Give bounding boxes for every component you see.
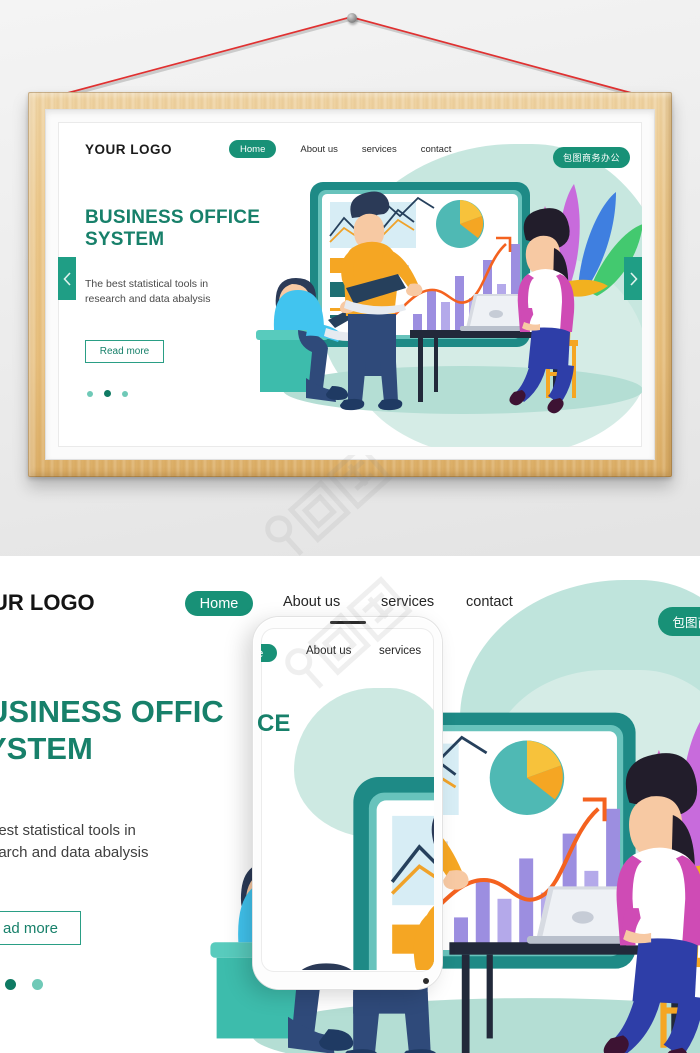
page-title-zoom-tail: CE [257, 710, 291, 737]
pie-chart [436, 200, 484, 248]
page-subtitle: The best statistical tools in research a… [85, 277, 285, 307]
phone-nav-item-home[interactable]: e [261, 644, 277, 662]
poster-webpage-mockup: YOUR LOGO Home About us services contact… [58, 122, 642, 447]
chevron-right-icon [629, 271, 638, 286]
chevron-left-icon [62, 271, 71, 286]
carousel-dots[interactable] [87, 390, 128, 397]
page-subtitle-zoom-line-1: best statistical tools in [0, 822, 136, 839]
page-title-zoom: USINESS OFFIC YSTEM [0, 693, 224, 767]
nav-item-about-us-zoom[interactable]: About us [283, 594, 340, 610]
team-analytics-illustration [256, 182, 642, 414]
wall-nail-icon [347, 13, 357, 23]
phone-mockup: e About us services [253, 617, 442, 989]
carousel-dot-3[interactable] [122, 390, 128, 397]
phone-nav-item-services[interactable]: services [379, 645, 421, 657]
page-title-zoom-line-2: YSTEM [0, 731, 93, 767]
nav-item-contact[interactable]: contact [421, 144, 452, 155]
nav-item-contact-zoom[interactable]: contact [466, 594, 513, 610]
phone-speaker-notch [329, 621, 366, 624]
read-more-button[interactable]: Read more [85, 340, 164, 363]
nav-item-about-us[interactable]: About us [300, 144, 338, 155]
read-more-button-zoom[interactable]: ad more [0, 911, 81, 945]
carousel-next-button[interactable] [624, 257, 642, 300]
phone-camera-dot [423, 978, 429, 984]
phone-screen: e About us services [261, 628, 434, 972]
carousel-dot-zoom-2[interactable] [32, 979, 43, 990]
carousel-dot-2[interactable] [104, 390, 111, 397]
page-subtitle-zoom: best statistical tools in earch and data… [0, 820, 230, 864]
page-title: BUSINESS OFFICE SYSTEM [85, 207, 260, 252]
phone-nav-item-about-us[interactable]: About us [306, 645, 351, 657]
brand-badge-zoom: 包图商 [658, 607, 700, 636]
page-title-zoom-line-1: USINESS OFFIC [0, 694, 224, 729]
poster-navbar: YOUR LOGO Home About us services contact [85, 140, 605, 158]
carousel-prev-button[interactable] [58, 257, 76, 300]
page-subtitle-line-1: The best statistical tools in [85, 278, 209, 290]
page-title-line-2: SYSTEM [85, 229, 165, 251]
picture-frame: YOUR LOGO Home About us services contact… [28, 92, 672, 477]
wall-background: YOUR LOGO Home About us services contact… [0, 0, 700, 575]
carousel-dot-zoom-1[interactable] [5, 979, 16, 990]
page-subtitle-line-2: research and data abalysis [85, 293, 211, 306]
carousel-dots-zoom[interactable] [5, 979, 43, 990]
logo: YOUR LOGO [85, 141, 173, 157]
carousel-dot-1[interactable] [87, 390, 93, 397]
nav-item-home[interactable]: Home [229, 140, 277, 158]
brand-badge: 包图商务办公 [552, 147, 630, 168]
nav-item-services-zoom[interactable]: services [381, 594, 434, 610]
nav-item-home-zoom[interactable]: Home [185, 591, 253, 616]
logo-zoom: UR LOGO [0, 590, 95, 615]
nav-item-services[interactable]: services [362, 144, 397, 155]
page-subtitle-zoom-line-2: earch and data abalysis [0, 843, 149, 861]
frame-mat: YOUR LOGO Home About us services contact… [45, 109, 655, 460]
page-title-line-1: BUSINESS OFFICE [85, 207, 261, 228]
